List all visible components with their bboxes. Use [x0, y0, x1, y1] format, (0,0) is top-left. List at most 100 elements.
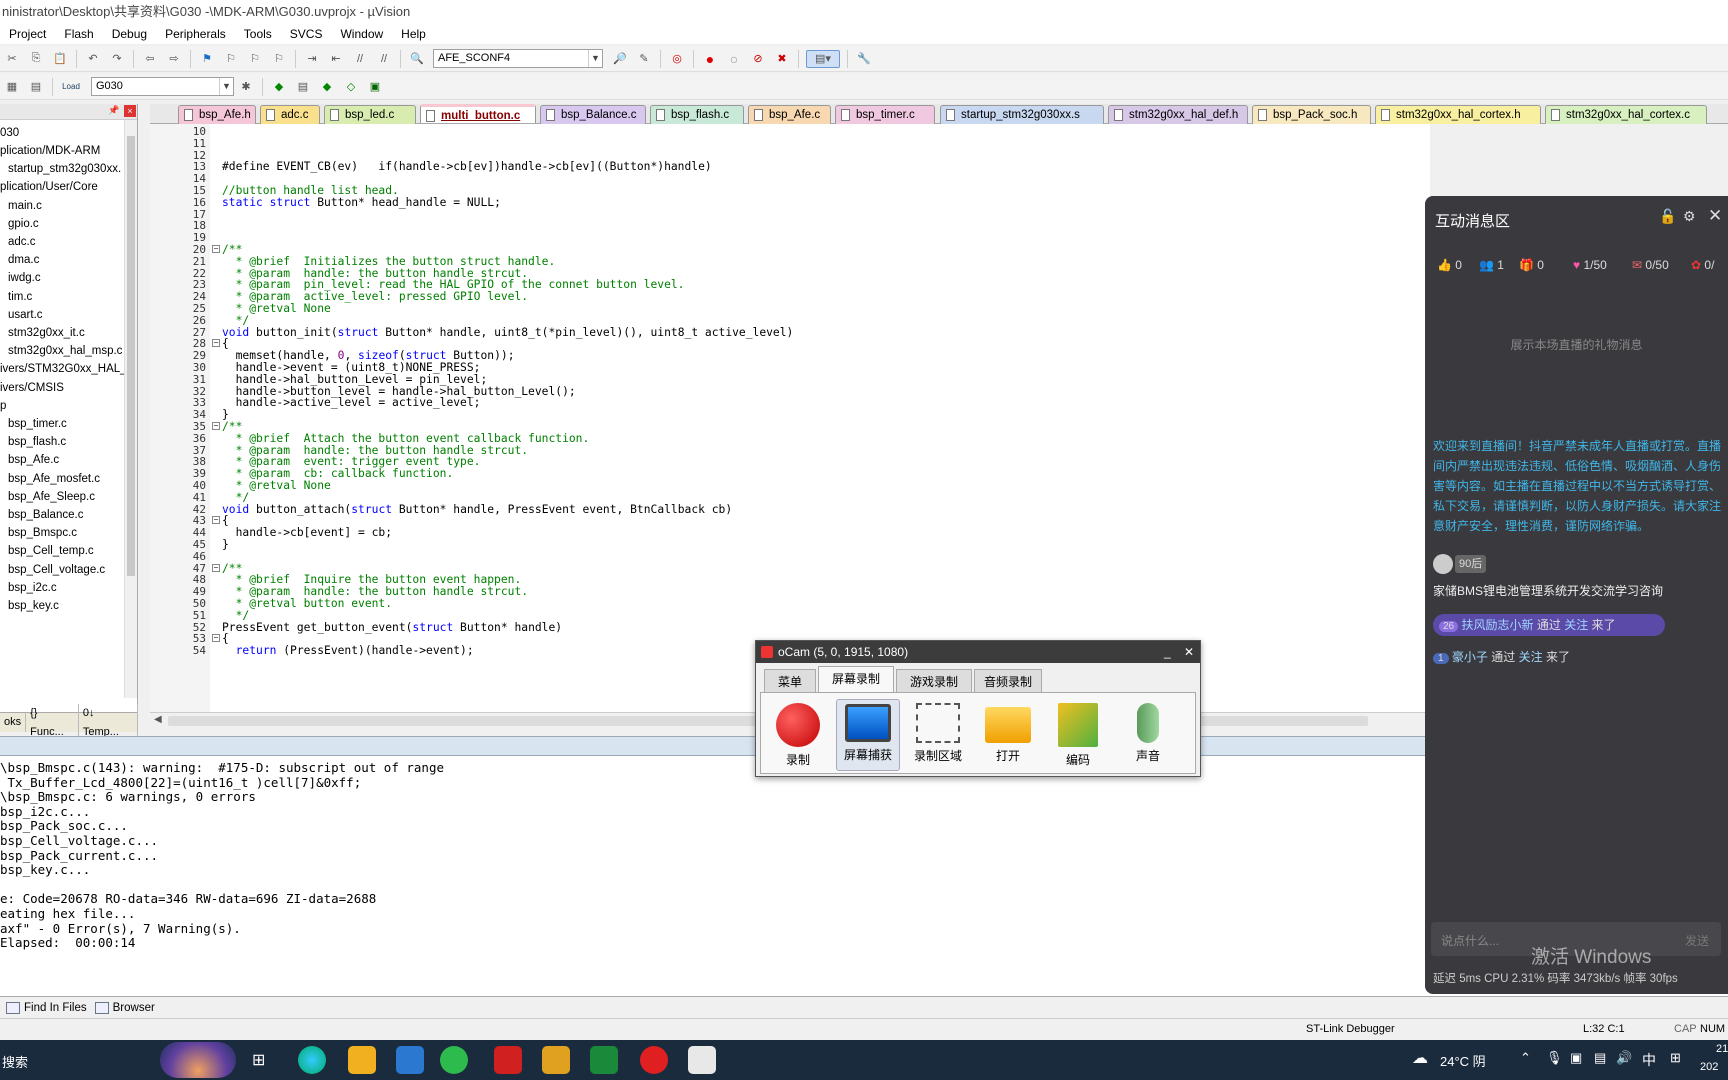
- project-group-item[interactable]: plication/MDK-ARM: [0, 142, 100, 160]
- fold-toggle-icon[interactable]: −: [212, 245, 220, 253]
- file-tab[interactable]: multi_button.c: [420, 104, 536, 123]
- project-file-item[interactable]: bsp_Afe.c: [8, 451, 59, 469]
- nav-back-icon[interactable]: ⇦: [141, 50, 159, 68]
- indent-icon[interactable]: ⇥: [303, 50, 321, 68]
- menu-svcs[interactable]: SVCS: [281, 24, 332, 44]
- run-time-env-icon[interactable]: ▣: [366, 78, 384, 96]
- weather-text[interactable]: 24°C 阴: [1440, 1051, 1486, 1070]
- breakpoint-icon[interactable]: ●: [701, 50, 719, 68]
- menu-flash[interactable]: Flash: [55, 24, 102, 44]
- bookmark-clear-icon[interactable]: ⚐: [270, 50, 288, 68]
- project-file-item[interactable]: dma.c: [8, 251, 39, 269]
- mail-icon[interactable]: [396, 1046, 424, 1074]
- bookmark-icon[interactable]: ⚑: [198, 50, 216, 68]
- close-icon[interactable]: ✕: [1708, 206, 1722, 226]
- unlock-icon[interactable]: 🔓: [1659, 208, 1676, 225]
- breakpoint-disable-icon[interactable]: ○: [725, 50, 743, 68]
- project-file-item[interactable]: bsp_Afe_Sleep.c: [8, 488, 95, 506]
- file-tab[interactable]: bsp_Afe.h: [178, 105, 256, 124]
- code-line[interactable]: void button_init(struct Button* handle, …: [222, 326, 793, 339]
- tab-browser[interactable]: Browser: [113, 1002, 155, 1014]
- file-explorer-icon[interactable]: [348, 1046, 376, 1074]
- minimize-icon[interactable]: _: [1164, 641, 1171, 663]
- code-line[interactable]: void button_attach(struct Button* handle…: [222, 503, 732, 516]
- project-file-item[interactable]: gpio.c: [8, 215, 39, 233]
- microphone-tray-icon[interactable]: 🎙: [1546, 1050, 1563, 1066]
- fold-toggle-icon[interactable]: −: [212, 516, 220, 525]
- file-tab[interactable]: stm32g0xx_hal_def.h: [1108, 105, 1248, 124]
- file-tab[interactable]: bsp_timer.c: [835, 105, 935, 124]
- file-tab[interactable]: stm32g0xx_hal_cortex.h: [1375, 105, 1541, 124]
- ocam-sound-button[interactable]: 声音: [1116, 699, 1180, 771]
- project-file-item[interactable]: bsp_Cell_voltage.c: [8, 561, 105, 579]
- chevron-up-icon[interactable]: ⌃: [1520, 1050, 1531, 1066]
- project-file-item[interactable]: stm32g0xx_hal_msp.c: [8, 342, 122, 360]
- project-file-item[interactable]: main.c: [8, 197, 42, 215]
- cut-icon[interactable]: ✂: [3, 50, 21, 68]
- debug-start-icon[interactable]: ◎: [668, 50, 686, 68]
- project-file-item[interactable]: stm32g0xx_it.c: [8, 324, 85, 342]
- wps-icon[interactable]: [494, 1046, 522, 1074]
- code-line[interactable]: #define EVENT_CB(ev) if(handle->cb[ev])h…: [222, 160, 712, 173]
- project-file-item[interactable]: bsp_Afe_mosfet.c: [8, 470, 100, 488]
- copy-icon[interactable]: ⎘: [27, 50, 45, 68]
- project-file-item[interactable]: bsp_i2c.c: [8, 579, 57, 597]
- code-line[interactable]: handle->cb[event] = cb;: [222, 526, 392, 539]
- wechat-icon[interactable]: [440, 1046, 468, 1074]
- tab-books[interactable]: oks: [0, 713, 27, 732]
- network-icon[interactable]: ▤: [1594, 1050, 1606, 1066]
- redo-icon[interactable]: ↷: [108, 50, 126, 68]
- bookmark-next-icon[interactable]: ⚐: [246, 50, 264, 68]
- manage-components-icon[interactable]: ◆: [270, 78, 288, 96]
- uvision-taskbar-icon[interactable]: [688, 1046, 716, 1074]
- rebuild-icon[interactable]: ▦: [3, 78, 21, 96]
- file-tab[interactable]: stm32g0xx_hal_cortex.c: [1545, 105, 1707, 124]
- download-icon[interactable]: Load: [60, 78, 82, 96]
- project-file-item[interactable]: bsp_flash.c: [8, 433, 66, 451]
- task-view-icon[interactable]: ⊞: [252, 1050, 265, 1070]
- unindent-icon[interactable]: ⇤: [327, 50, 345, 68]
- ocam-screenshot-button[interactable]: 屏幕捕获: [836, 699, 900, 771]
- ime-mode-icon[interactable]: ⊞: [1670, 1050, 1681, 1066]
- uncomment-icon[interactable]: //: [375, 50, 393, 68]
- find-files-icon[interactable]: 🔍: [408, 50, 426, 68]
- target-options-icon[interactable]: ✱: [237, 78, 255, 96]
- file-tab[interactable]: bsp_Balance.c: [540, 105, 646, 124]
- comment-icon[interactable]: //: [351, 50, 369, 68]
- project-file-item[interactable]: bsp_Cell_temp.c: [8, 542, 94, 560]
- ocam-tab-screen-record[interactable]: 屏幕录制: [818, 666, 894, 693]
- file-tab[interactable]: bsp_led.c: [324, 105, 416, 124]
- pack-installer-icon[interactable]: ◆: [318, 78, 336, 96]
- project-group-item[interactable]: ivers/CMSIS: [0, 379, 64, 397]
- fold-toggle-icon[interactable]: −: [212, 422, 220, 430]
- code-line[interactable]: return (PressEvent)(handle->event);: [222, 644, 474, 657]
- project-target-combo[interactable]: G030 ▼: [91, 77, 234, 96]
- code-line[interactable]: handle->active_level = active_level;: [222, 396, 481, 409]
- file-tab[interactable]: bsp_flash.c: [650, 105, 744, 124]
- bookmark-prev-icon[interactable]: ⚐: [222, 50, 240, 68]
- project-file-item[interactable]: tim.c: [8, 288, 32, 306]
- nav-forward-icon[interactable]: ⇨: [165, 50, 183, 68]
- display-tray-icon[interactable]: ▣: [1570, 1050, 1582, 1066]
- file-tab[interactable]: adc.c: [260, 105, 320, 124]
- app-icon[interactable]: [542, 1046, 570, 1074]
- select-software-icon[interactable]: ◇: [342, 78, 360, 96]
- ime-indicator[interactable]: 中: [1642, 1050, 1656, 1070]
- code-editor[interactable]: 10 11 12 13 14 15 16 17 18 19 20−21 22 23 24 25 26 27 28−…: [150, 124, 1430, 714]
- ocam-tab-menu[interactable]: 菜单: [764, 669, 816, 693]
- file-tab[interactable]: bsp_Afe.c: [748, 105, 831, 124]
- breakpoint-kill-icon[interactable]: ⊘: [749, 50, 767, 68]
- code-line[interactable]: static struct Button* head_handle = NULL…: [222, 196, 501, 209]
- code-line[interactable]: PressEvent get_button_event(struct Butto…: [222, 621, 562, 634]
- project-file-item[interactable]: startup_stm32g030xx.: [8, 160, 121, 178]
- project-group-item[interactable]: ivers/STM32G0xx_HAL_: [0, 360, 127, 378]
- project-file-item[interactable]: bsp_timer.c: [8, 415, 67, 433]
- code-line[interactable]: }: [222, 538, 229, 551]
- clock-time[interactable]: 21: [1716, 1043, 1728, 1055]
- breakpoint-kill-all-icon[interactable]: ✖: [773, 50, 791, 68]
- fold-toggle-icon[interactable]: −: [212, 563, 220, 572]
- project-file-item[interactable]: bsp_Bmspc.c: [8, 524, 77, 542]
- menu-help[interactable]: Help: [392, 24, 435, 44]
- settings-icon[interactable]: ⚙: [1683, 208, 1696, 225]
- menu-debug[interactable]: Debug: [103, 24, 156, 44]
